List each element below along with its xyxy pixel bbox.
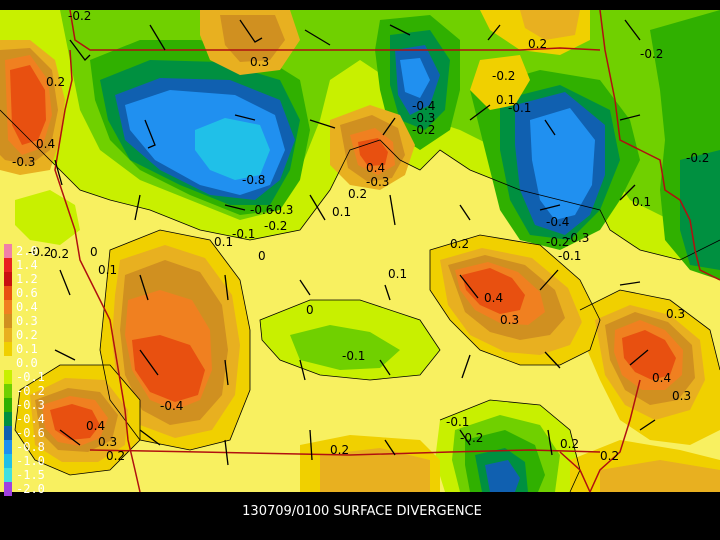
contour-label: 0.4 [366, 161, 385, 175]
contour-label: 0.2 [330, 443, 349, 457]
legend-swatch [4, 398, 12, 412]
legend-swatch [4, 482, 12, 496]
contour-label: -0.4 [160, 399, 183, 413]
contour-label: 0.2 [106, 449, 125, 463]
contour-label: -0.1 [508, 101, 531, 115]
contour-label: 0 [90, 245, 98, 259]
contour-label: -0.3 [366, 175, 389, 189]
legend-label: -1.5 [16, 468, 45, 482]
contour-label: 0.4 [652, 371, 671, 385]
legend-label: 0.4 [16, 300, 38, 314]
contour-label: 0 [258, 249, 266, 263]
contour-label: 0.2 [50, 247, 69, 261]
legend-swatch [4, 244, 12, 258]
contour-label: 0.1 [332, 205, 351, 219]
legend-swatch [4, 258, 12, 272]
legend-swatch [4, 342, 12, 356]
contour-label: -0.3 [270, 203, 293, 217]
contour-label: -0.1 [558, 249, 581, 263]
plot-title: 130709/0100 SURFACE DIVERGENCE [242, 504, 482, 519]
legend-label: 0.1 [16, 342, 38, 356]
legend-label: -2.0 [16, 482, 45, 496]
legend-swatch [4, 356, 12, 370]
legend-label: 2.0 [16, 244, 38, 258]
contour-label: 0.1 [632, 195, 651, 209]
contour-label: -0.1 [446, 415, 469, 429]
legend-label: -0.4 [16, 412, 45, 426]
legend-swatch [4, 328, 12, 342]
legend-swatch [4, 272, 12, 286]
contour-label: 0.4 [86, 419, 105, 433]
legend-swatch [4, 454, 12, 468]
contour-label: 0.3 [250, 55, 269, 69]
contour-label: 0.2 [46, 75, 65, 89]
legend-swatch [4, 468, 12, 482]
contour-label: 0.2 [560, 437, 579, 451]
legend-label: 0.6 [16, 286, 38, 300]
legend-label: -1.0 [16, 454, 45, 468]
contour-label: 0.3 [500, 313, 519, 327]
contour-label: -0.8 [242, 173, 265, 187]
legend-swatch [4, 426, 12, 440]
contour-label: -0.4 [546, 215, 569, 229]
legend-label: 0.2 [16, 328, 38, 342]
legend-label: -0.6 [16, 426, 45, 440]
legend-label: 1.2 [16, 272, 38, 286]
contour-label: 0 [306, 303, 314, 317]
legend-swatch [4, 440, 12, 454]
contour-label: -0.1 [342, 349, 365, 363]
contour-label: -0.3 [12, 155, 35, 169]
contour-label: 0.4 [484, 291, 503, 305]
contour-label: 0.1 [214, 235, 233, 249]
legend-label: 0.0 [16, 356, 38, 370]
legend-label: -0.2 [16, 384, 45, 398]
legend-swatch [4, 314, 12, 328]
contour-label: 0.3 [98, 435, 117, 449]
legend-label: 1.4 [16, 258, 38, 272]
contour-label: -0.2 [492, 69, 515, 83]
legend-label: -0.1 [16, 370, 45, 384]
contour-label: 0.3 [672, 389, 691, 403]
legend-label: -0.8 [16, 440, 45, 454]
divergence-map: -0.2 0.3 0.2 -0.2 0.2 0.4 -0.3 -0.2 -0.4… [0, 0, 720, 540]
contour-label: 0.2 [528, 37, 547, 51]
legend-swatch [4, 300, 12, 314]
legend-swatch [4, 384, 12, 398]
contour-label: 0.1 [388, 267, 407, 281]
contour-label: -0.2 [68, 9, 91, 23]
contour-label: -0.2 [546, 235, 569, 249]
contour-label: 0.2 [600, 449, 619, 463]
contour-label: -0.1 [232, 227, 255, 241]
legend-label: 0.3 [16, 314, 38, 328]
contour-label: -0.2 [686, 151, 709, 165]
contour-label: -0.2 [640, 47, 663, 61]
contour-label: 0.2 [450, 237, 469, 251]
contour-label: -0.3 [566, 231, 589, 245]
legend-swatch [4, 286, 12, 300]
contour-label: 0.3 [666, 307, 685, 321]
contour-label: -0.2 [264, 219, 287, 233]
legend-label: -0.3 [16, 398, 45, 412]
contour-label: 0.1 [98, 263, 117, 277]
contour-label: 0.2 [348, 187, 367, 201]
legend-swatch [4, 412, 12, 426]
contour-label: 0.4 [36, 137, 55, 151]
legend-swatch [4, 370, 12, 384]
contour-label: -0.2 [460, 431, 483, 445]
contour-label: -0.2 [412, 123, 435, 137]
